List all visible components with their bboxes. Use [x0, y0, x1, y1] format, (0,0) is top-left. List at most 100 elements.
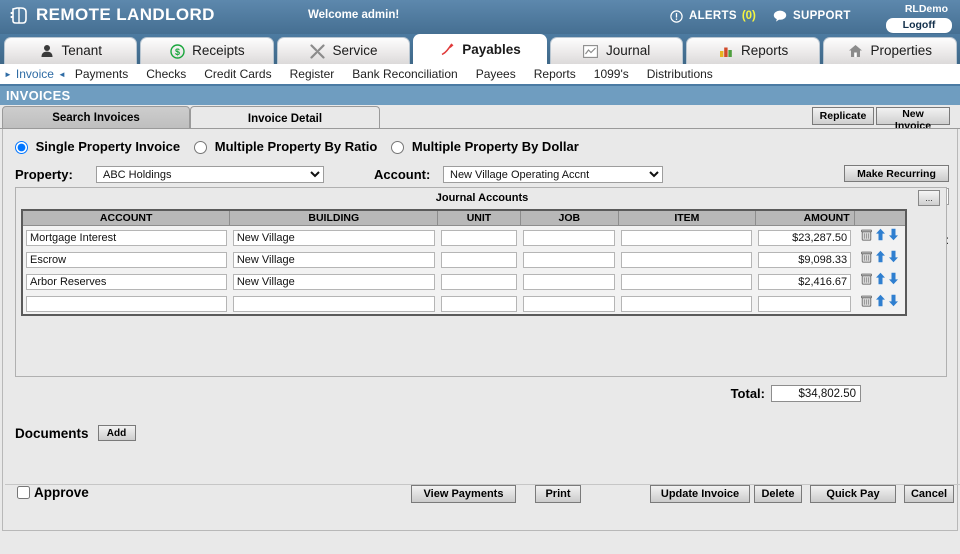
journal-row-item-input[interactable]	[621, 230, 752, 246]
journal-row-building-input[interactable]	[233, 230, 435, 246]
tab-properties-label: Properties	[870, 44, 932, 58]
radio-multiple-property-by-dollar[interactable]: Multiple Property By Dollar	[391, 139, 579, 154]
journal-cell-account	[22, 248, 230, 270]
dollar-coin-icon: $	[169, 43, 185, 59]
subnav-item-distributions[interactable]: Distributions	[638, 64, 722, 84]
approve-checkbox[interactable]: Approve	[17, 485, 89, 500]
journal-row-job-input[interactable]	[523, 296, 615, 312]
subnav-item-1099s[interactable]: 1099's	[585, 64, 638, 84]
journal-row-amount-input[interactable]	[758, 296, 851, 312]
journal-row-building-input[interactable]	[233, 296, 435, 312]
trash-icon[interactable]	[861, 250, 872, 268]
subnav-item-bank-reconciliation[interactable]: Bank Reconciliation	[343, 64, 466, 84]
journal-row-building-input[interactable]	[233, 274, 435, 290]
quick-pay-button[interactable]: Quick Pay	[810, 485, 896, 503]
total-value-input[interactable]	[771, 385, 861, 402]
new-invoice-button[interactable]: New Invoice	[876, 107, 950, 125]
tab-invoice-detail[interactable]: Invoice Detail	[190, 106, 380, 130]
arrow-up-icon[interactable]	[875, 272, 886, 290]
tab-reports[interactable]: Reports	[686, 37, 820, 64]
column-header-account: ACCOUNT	[22, 210, 230, 225]
journal-row-amount-input[interactable]	[758, 230, 851, 246]
tab-tenant[interactable]: Tenant	[4, 37, 138, 64]
account-select[interactable]: New Village Operating Accnt	[443, 166, 663, 183]
tab-payables-label: Payables	[462, 43, 521, 57]
svg-text:$: $	[175, 47, 180, 57]
journal-options-button[interactable]: ...	[918, 190, 940, 206]
approve-input[interactable]	[17, 486, 30, 499]
journal-row-amount-input[interactable]	[758, 274, 851, 290]
view-payments-button[interactable]: View Payments	[411, 485, 516, 503]
make-recurring-button[interactable]: Make Recurring	[844, 165, 949, 182]
arrow-up-icon[interactable]	[875, 294, 886, 312]
journal-row-unit-input[interactable]	[441, 274, 518, 290]
tab-properties[interactable]: Properties	[823, 37, 957, 64]
journal-row-item-input[interactable]	[621, 296, 752, 312]
trash-icon[interactable]	[861, 272, 872, 290]
journal-row-item-input[interactable]	[621, 252, 752, 268]
journal-row-job-input[interactable]	[523, 252, 615, 268]
bar-chart-icon	[718, 43, 734, 59]
arrow-down-icon[interactable]	[888, 250, 899, 268]
journal-row-account-input[interactable]	[26, 274, 227, 290]
journal-row-unit-input[interactable]	[441, 252, 518, 268]
trash-icon[interactable]	[861, 294, 872, 312]
arrow-down-icon[interactable]	[888, 294, 899, 312]
journal-row-building-input[interactable]	[233, 252, 435, 268]
journal-cell-account	[22, 225, 230, 248]
journal-row-actions	[854, 248, 906, 270]
journal-row-amount-input[interactable]	[758, 252, 851, 268]
home-icon	[847, 43, 863, 59]
arrow-up-icon[interactable]	[875, 228, 886, 246]
column-header-unit: UNIT	[438, 210, 521, 225]
radio-multiple-property-by-ratio-input[interactable]	[194, 141, 207, 154]
journal-row-account-input[interactable]	[26, 252, 227, 268]
print-button[interactable]: Print	[535, 485, 581, 503]
journal-cell-job	[520, 270, 618, 292]
replicate-button[interactable]: Replicate	[812, 107, 874, 125]
subnav-item-payments[interactable]: Payments	[66, 64, 137, 84]
tab-service[interactable]: Service	[277, 37, 411, 64]
arrow-down-icon[interactable]	[888, 272, 899, 290]
column-header-job: JOB	[520, 210, 618, 225]
tab-search-invoices[interactable]: Search Invoices	[2, 106, 190, 129]
alerts-link[interactable]: ALERTS (0)	[668, 8, 756, 24]
add-document-button[interactable]: Add	[98, 425, 136, 441]
journal-row-account-input[interactable]	[26, 230, 227, 246]
subnav-item-invoice[interactable]: Invoice	[12, 64, 58, 84]
subnav-item-payees[interactable]: Payees	[467, 64, 525, 84]
tab-payables[interactable]: Payables	[413, 34, 547, 64]
radio-multiple-property-by-dollar-input[interactable]	[391, 141, 404, 154]
radio-single-property-invoice[interactable]: Single Property Invoice	[15, 139, 180, 154]
cancel-button[interactable]: Cancel	[904, 485, 954, 503]
journal-row-item-input[interactable]	[621, 274, 752, 290]
property-select[interactable]: ABC Holdings	[96, 166, 324, 183]
journal-cell-job	[520, 225, 618, 248]
journal-row-unit-input[interactable]	[441, 296, 518, 312]
brand-name: REMOTE LANDLORD	[36, 5, 215, 25]
radio-single-property-invoice-input[interactable]	[15, 141, 28, 154]
total-label: Total:	[731, 386, 765, 401]
tab-receipts[interactable]: $ Receipts	[140, 37, 274, 64]
journal-row-account-input[interactable]	[26, 296, 227, 312]
trash-icon[interactable]	[861, 228, 872, 246]
logoff-button[interactable]: Logoff	[886, 18, 952, 33]
arrow-down-icon[interactable]	[888, 228, 899, 246]
update-invoice-button[interactable]: Update Invoice	[650, 485, 750, 503]
journal-cell-unit	[438, 248, 521, 270]
property-label: Property:	[15, 167, 73, 182]
subnav-item-checks[interactable]: Checks	[137, 64, 195, 84]
journal-row-job-input[interactable]	[523, 274, 615, 290]
journal-row-job-input[interactable]	[523, 230, 615, 246]
subnav-item-credit-cards[interactable]: Credit Cards	[195, 64, 280, 84]
journal-cell-job	[520, 292, 618, 315]
tab-journal[interactable]: Journal	[550, 37, 684, 64]
delete-button[interactable]: Delete	[754, 485, 802, 503]
arrow-up-icon[interactable]	[875, 250, 886, 268]
radio-multiple-property-by-ratio[interactable]: Multiple Property By Ratio	[194, 139, 377, 154]
journal-accounts-panel: Journal Accounts ... ACCOUNT BUILDING UN…	[15, 187, 947, 377]
journal-row-actions	[854, 225, 906, 248]
subnav-item-register[interactable]: Register	[281, 64, 344, 84]
subnav-item-reports[interactable]: Reports	[525, 64, 585, 84]
journal-row-unit-input[interactable]	[441, 230, 518, 246]
